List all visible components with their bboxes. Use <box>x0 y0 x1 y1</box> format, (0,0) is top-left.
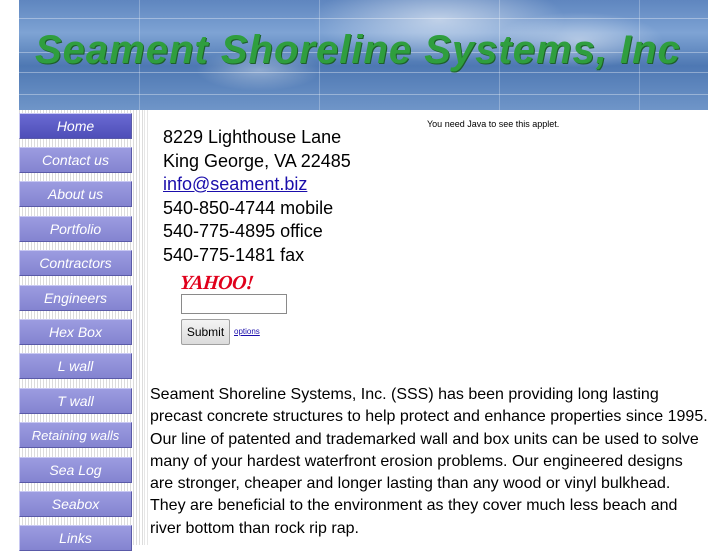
address-city: King George, VA 22485 <box>163 150 351 171</box>
nav-item-about-us[interactable]: About us <box>19 181 132 207</box>
nav-item-contact-us[interactable]: Contact us <box>19 147 132 173</box>
phone-office: 540-775-4895 office <box>163 221 323 241</box>
phone-mobile: 540-850-4744 mobile <box>163 197 334 218</box>
nav-item-hex-box[interactable]: Hex Box <box>19 319 132 345</box>
nav-item-home[interactable]: Home <box>19 113 132 139</box>
sidebar-nav: Home Contact us About us Portfolio Contr… <box>19 110 144 551</box>
nav-item-seabox[interactable]: Seabox <box>19 491 132 517</box>
java-applet-message: You need Java to see this applet. <box>427 119 560 129</box>
options-link[interactable]: options <box>234 327 260 336</box>
nav-item-contractors[interactable]: Contractors <box>19 250 132 276</box>
yahoo-logo: YAHOO! <box>178 272 255 294</box>
banner-gridline <box>19 18 708 19</box>
nav-item-t-wall[interactable]: T wall <box>19 388 132 414</box>
submit-button[interactable]: Submit <box>181 319 230 345</box>
phone-fax: 540-775-1481 fax <box>163 244 305 265</box>
header-banner: Seament Shoreline Systems, Inc <box>19 0 708 110</box>
contact-address: 8229 Lighthouse Lane King George, VA 224… <box>163 126 351 267</box>
nav-item-retaining-walls[interactable]: Retaining walls <box>19 422 132 448</box>
nav-item-portfolio[interactable]: Portfolio <box>19 216 132 242</box>
intro-paragraph: Seament Shoreline Systems, Inc. (SSS) ha… <box>150 386 708 537</box>
nav-item-l-wall[interactable]: L wall <box>19 353 132 379</box>
yahoo-search-input[interactable] <box>181 294 287 314</box>
email-link[interactable]: info@seament.biz <box>163 174 307 194</box>
nav-item-engineers[interactable]: Engineers <box>19 285 132 311</box>
address-street: 8229 Lighthouse Lane <box>163 127 342 147</box>
site-title: Seament Shoreline Systems, Inc <box>35 28 681 72</box>
nav-item-links[interactable]: Links <box>19 525 132 551</box>
banner-gridline <box>19 94 708 95</box>
nav-item-sea-log[interactable]: Sea Log <box>19 457 132 483</box>
